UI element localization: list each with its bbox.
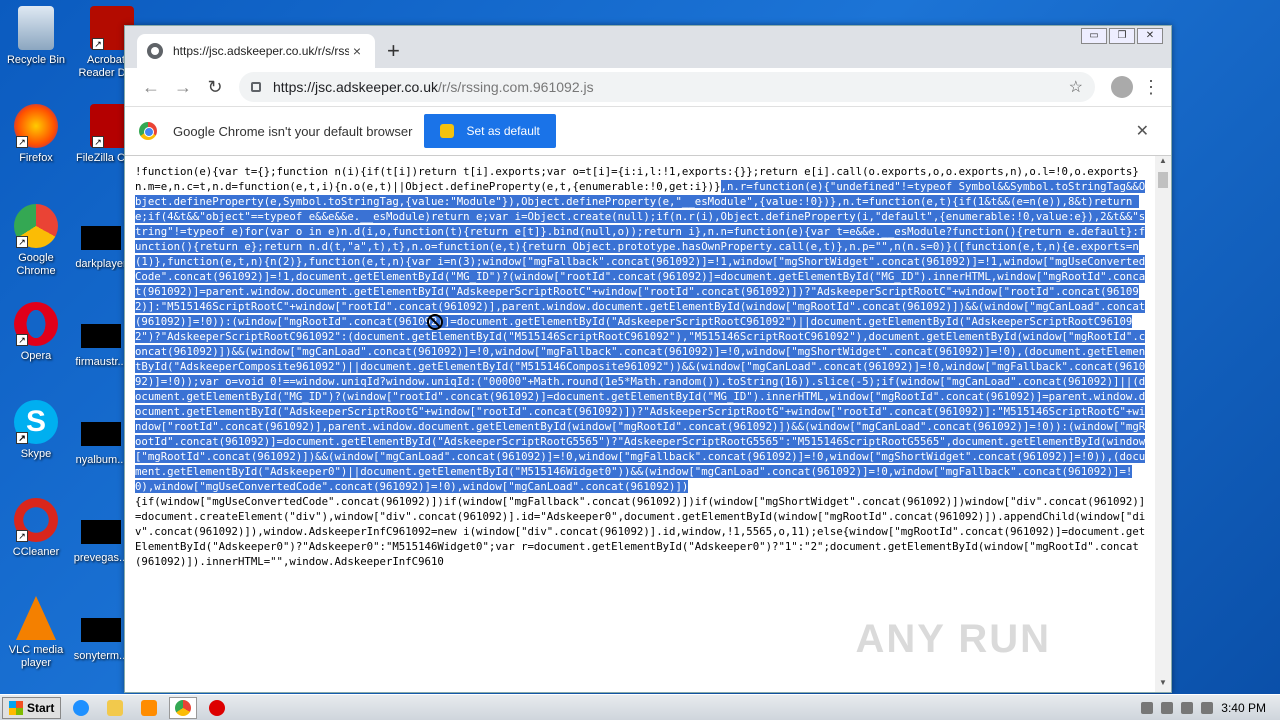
bookmark-star-icon[interactable]: ☆ xyxy=(1069,77,1083,97)
start-label: Start xyxy=(27,700,55,715)
lock-icon[interactable] xyxy=(251,82,261,92)
close-window-button[interactable]: ✕ xyxy=(1137,28,1163,44)
taskbar-stop[interactable] xyxy=(203,697,231,719)
tray-arrow-icon[interactable] xyxy=(1141,701,1154,714)
clock[interactable]: 3:40 PM xyxy=(1221,701,1266,715)
forward-button[interactable]: → xyxy=(167,71,199,103)
tab-title: https://jsc.adskeeper.co.uk/r/s/rssi xyxy=(173,44,349,58)
file-icon xyxy=(81,422,121,446)
taskbar-chrome[interactable] xyxy=(169,696,198,719)
recycle-bin-icon xyxy=(18,6,54,50)
code-unselected-tail: {if(window["mgUseConvertedCode".concat(9… xyxy=(135,495,1146,568)
minimize-button[interactable]: ▭ xyxy=(1081,28,1107,44)
tab-close-icon[interactable]: × xyxy=(349,43,365,59)
desktop-icon-recycle-bin[interactable]: Recycle Bin xyxy=(0,6,72,67)
stop-icon xyxy=(209,699,226,716)
opera-icon: ↗ xyxy=(14,302,58,346)
scroll-down-arrow-icon[interactable]: ▼ xyxy=(1155,678,1171,692)
back-button[interactable]: ← xyxy=(135,71,167,103)
vlc-icon xyxy=(16,596,56,640)
file-icon xyxy=(81,324,121,348)
media-player-icon xyxy=(141,699,158,716)
internet-explorer-icon xyxy=(73,699,90,716)
chrome-logo-icon xyxy=(139,122,157,140)
reload-button[interactable]: ↻ xyxy=(199,71,231,103)
ccleaner-icon: ↗ xyxy=(14,498,58,542)
start-button[interactable]: Start xyxy=(2,696,62,719)
code-selected-text: ,n.r=function(e){"undefined"!=typeof Sym… xyxy=(135,180,1146,493)
network-icon[interactable] xyxy=(1161,701,1174,714)
tab-active[interactable]: https://jsc.adskeeper.co.uk/r/s/rssi × xyxy=(137,34,375,68)
file-icon xyxy=(81,226,121,250)
desktop-icon-chrome[interactable]: ↗ Google Chrome xyxy=(0,204,72,278)
file-icon xyxy=(81,520,121,544)
maximize-button[interactable]: ❐ xyxy=(1109,28,1135,44)
url-host: https://jsc.adskeeper.co.uk xyxy=(273,79,438,95)
desktop-icon-opera[interactable]: ↗ Opera xyxy=(0,302,72,363)
chrome-icon: ↗ xyxy=(14,204,58,248)
chrome-window: https://jsc.adskeeper.co.uk/r/s/rssi × +… xyxy=(124,25,1172,693)
anyrun-watermark: ANY RUN xyxy=(855,617,1051,661)
folder-icon xyxy=(107,699,124,716)
scrollbar-thumb[interactable] xyxy=(1158,172,1168,188)
taskbar-explorer[interactable] xyxy=(101,697,129,719)
skype-icon: S ↗ xyxy=(14,400,58,444)
system-tray: 3:40 PM xyxy=(1141,701,1280,715)
set-as-default-button[interactable]: Set as default xyxy=(424,114,556,148)
file-icon xyxy=(81,618,121,642)
default-browser-infobar: Google Chrome isn't your default browser… xyxy=(125,106,1171,156)
flag-icon[interactable] xyxy=(1201,701,1214,714)
firefox-icon: ↗ xyxy=(14,104,58,148)
not-allowed-cursor-icon xyxy=(427,314,443,330)
new-tab-button[interactable]: + xyxy=(387,38,400,64)
desktop-icon-vlc[interactable]: VLC media player xyxy=(0,596,72,670)
desktop-icon-firefox[interactable]: ↗ Firefox xyxy=(0,104,72,165)
infobar-close-icon[interactable]: ✕ xyxy=(1136,121,1149,141)
url-text[interactable]: https://jsc.adskeeper.co.uk/r/s/rssing.c… xyxy=(273,79,1069,95)
desktop-icon-ccleaner[interactable]: ↗ CCleaner xyxy=(0,498,72,559)
navigation-toolbar: ← → ↻ https://jsc.adskeeper.co.uk/r/s/rs… xyxy=(125,68,1171,106)
vertical-scrollbar[interactable]: ▲ ▼ xyxy=(1155,156,1171,692)
volume-icon[interactable] xyxy=(1181,701,1194,714)
tab-strip: https://jsc.adskeeper.co.uk/r/s/rssi × +… xyxy=(125,26,1171,68)
globe-icon xyxy=(147,43,163,59)
source-code-text[interactable]: !function(e){var t={};function n(i){if(t… xyxy=(135,164,1149,569)
taskbar-media-player[interactable] xyxy=(135,697,163,719)
taskbar-ie[interactable] xyxy=(67,697,95,719)
set-as-default-label: Set as default xyxy=(466,124,540,138)
window-controls: ▭ ❐ ✕ xyxy=(1081,28,1163,44)
infobar-message: Google Chrome isn't your default browser xyxy=(173,123,413,139)
scroll-up-arrow-icon[interactable]: ▲ xyxy=(1155,156,1171,170)
shield-icon xyxy=(440,124,455,138)
profile-avatar-icon[interactable] xyxy=(1111,76,1133,98)
taskbar: Start 3:40 PM xyxy=(0,694,1280,720)
url-path: /r/s/rssing.com.961092.js xyxy=(437,79,594,95)
address-bar[interactable]: https://jsc.adskeeper.co.uk/r/s/rssing.c… xyxy=(239,72,1095,102)
windows-logo-icon xyxy=(9,700,23,715)
page-content: !function(e){var t={};function n(i){if(t… xyxy=(125,156,1171,692)
chrome-menu-icon[interactable]: ⋮ xyxy=(1141,77,1161,98)
chrome-icon xyxy=(175,699,192,716)
desktop-icon-skype[interactable]: S ↗ Skype xyxy=(0,400,72,461)
